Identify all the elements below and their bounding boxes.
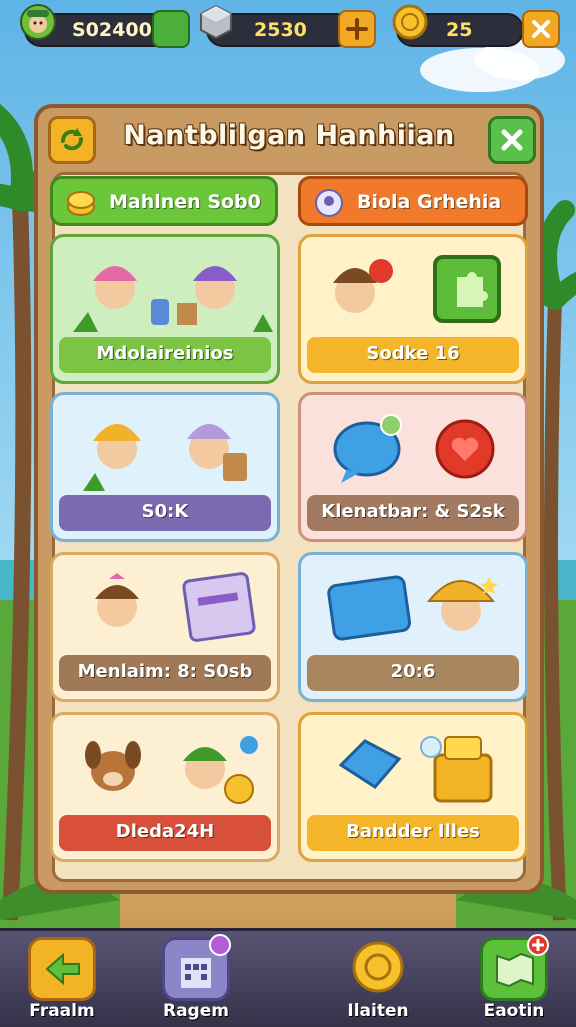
location-pin-icon (315, 189, 343, 217)
close-button[interactable] (522, 10, 560, 48)
currency-2-value: 2530 (254, 19, 307, 41)
arrow-left-icon (28, 937, 96, 1001)
crystal-and-chest-icon (338, 736, 493, 803)
card-8[interactable]: Bandder Illes (298, 712, 528, 862)
card-3-label: S0:K (59, 495, 271, 531)
close-icon (532, 20, 550, 38)
gold-coin-icon (344, 937, 412, 1001)
card-7[interactable]: Dleda24H (50, 712, 280, 862)
currency-2-add-button[interactable] (338, 10, 376, 48)
nav-item-3-label: Ilaiten (347, 1001, 409, 1021)
card-5[interactable]: Menlaim: 8: S0sb (50, 552, 280, 702)
nav-item-1-label: Fraalm (29, 1001, 95, 1021)
bottom-navigation: Fraalm Ragem Ilaiten Eaotin (0, 928, 576, 1027)
gold-stack-icon (67, 191, 95, 216)
characters-art-icon (73, 266, 273, 332)
card-3[interactable]: S0:K (50, 392, 280, 542)
card-2[interactable]: Sodke 16 (298, 234, 528, 384)
close-icon (501, 129, 523, 151)
card-4-label: Klenatbar: & S2sk (307, 495, 519, 531)
nav-item-1[interactable]: Fraalm (22, 937, 102, 1025)
currency-1-add-button[interactable] (152, 10, 190, 48)
notification-dot-icon (209, 934, 231, 956)
card-1[interactable]: Mdolaireinios (50, 234, 280, 384)
panel-close-button[interactable] (488, 116, 536, 164)
plus-badge-icon (527, 934, 549, 956)
card-4[interactable]: Klenatbar: & S2sk (298, 392, 528, 542)
currency-3-value: 25 (446, 19, 473, 41)
panel-title: Nantblilgan Hanhiian (123, 120, 455, 151)
plus-icon (346, 18, 368, 40)
tab-right[interactable]: Biola Grhehia (298, 176, 528, 226)
nav-item-4[interactable]: Eaotin (474, 934, 554, 1025)
sign-and-character-icon (327, 575, 498, 641)
dog-and-character-icon (85, 736, 258, 804)
card-6[interactable]: 20:6 (298, 552, 528, 702)
chat-bubble-icon (333, 414, 495, 483)
tab-left-label: Mahlnen Sob0 (109, 191, 261, 213)
top-resource-bar: S02400 2530 25 (0, 4, 576, 52)
characters-art-icon (83, 424, 247, 491)
avatar-icon[interactable] (18, 2, 58, 42)
card-2-label: Sodke 16 (307, 337, 519, 373)
nav-item-4-label: Eaotin (483, 1001, 545, 1021)
card-5-label: Menlaim: 8: S0sb (59, 655, 271, 691)
tab-left[interactable]: Mahlnen Sob0 (50, 176, 278, 226)
character-with-scroll-icon (95, 572, 256, 642)
nav-item-2-label: Ragem (163, 1001, 229, 1021)
gold-coin-icon (392, 4, 428, 40)
nav-item-3[interactable]: Ilaiten (338, 937, 418, 1025)
card-6-label: 20:6 (307, 655, 519, 691)
currency-1-value: S02400 (72, 19, 152, 41)
stone-cube-icon (200, 4, 232, 40)
card-1-label: Mdolaireinios (59, 337, 271, 373)
card-7-label: Dleda24H (59, 815, 271, 851)
card-8-label: Bandder Illes (307, 815, 519, 851)
puzzle-piece-icon (333, 255, 501, 323)
tab-right-label: Biola Grhehia (357, 191, 502, 213)
nav-item-2[interactable]: Ragem (156, 934, 236, 1025)
